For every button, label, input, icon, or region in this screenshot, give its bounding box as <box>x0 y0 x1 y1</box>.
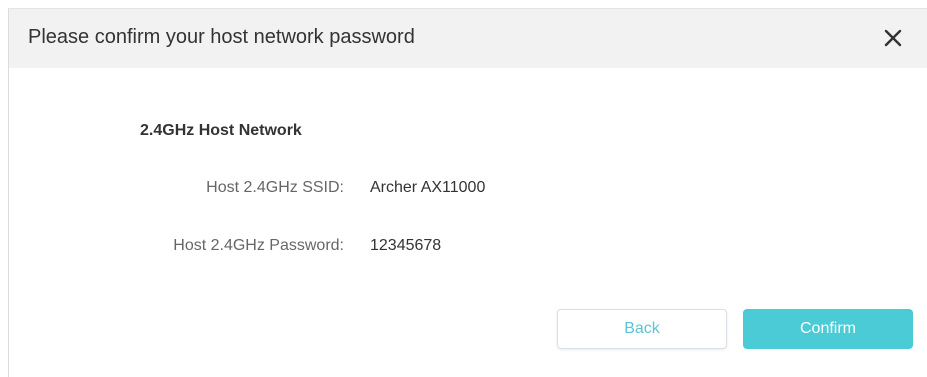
password-value: 12345678 <box>370 237 442 254</box>
ssid-label: Host 2.4GHz SSID: <box>206 179 344 196</box>
confirm-password-dialog: Please confirm your host network passwor… <box>8 8 927 377</box>
ssid-value: Archer AX11000 <box>370 179 486 196</box>
password-label: Host 2.4GHz Password: <box>173 237 344 254</box>
back-button[interactable]: Back <box>557 309 727 349</box>
dialog-header: Please confirm your host network passwor… <box>9 9 927 68</box>
dialog-title: Please confirm your host network passwor… <box>28 26 415 48</box>
close-icon[interactable] <box>878 23 908 53</box>
confirm-button[interactable]: Confirm <box>743 309 913 349</box>
section-title: 2.4GHz Host Network <box>140 122 302 139</box>
